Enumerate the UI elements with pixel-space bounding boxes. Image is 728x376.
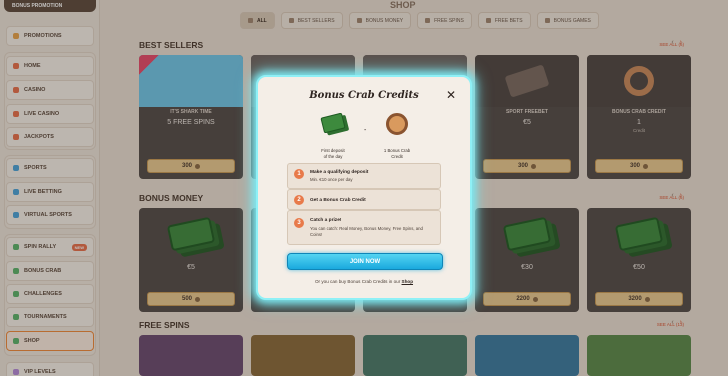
step-title: Make a qualifying deposit	[310, 170, 369, 175]
step-desc: You can catch: Real Money, Bonus Money, …	[310, 226, 423, 237]
steps-list: 1 Make a qualifying deposit Min. €10 onc…	[287, 163, 441, 320]
step-number: 2	[294, 195, 304, 205]
caption-line: Credit	[391, 153, 403, 159]
crab-coin-icon	[386, 113, 408, 135]
step-number: 1	[294, 169, 304, 179]
step-item: 1 Make a qualifying deposit Min. €10 onc…	[287, 163, 441, 189]
modal-footer: Or you can buy Bonus Crab Credits in our…	[258, 279, 470, 284]
step-desc: Min. €10 once per day	[310, 177, 353, 182]
step-title: Catch a prize!	[310, 218, 342, 223]
close-icon[interactable]: ✕	[446, 89, 456, 101]
modal-dash: -	[364, 127, 367, 134]
caption-line: of the day	[323, 153, 343, 159]
money-stack-icon	[320, 112, 346, 134]
footer-text: Or you can buy Bonus Crab Credits in our	[314, 279, 401, 284]
join-now-button[interactable]: JOIN NOW	[287, 253, 443, 270]
shop-link[interactable]: Shop	[402, 279, 413, 284]
first-deposit-caption: First deposit of the day	[313, 148, 353, 159]
crab-credit-caption: 1 Bonus Crab Credit	[377, 148, 417, 159]
modal-title: Bonus Crab Credits	[309, 90, 419, 101]
step-item: 2 Get a Bonus Crab Credit	[287, 189, 441, 210]
step-number: 3	[294, 218, 304, 228]
step-item: 3 Catch a prize! You can catch: Real Mon…	[287, 210, 441, 245]
step-title: Get a Bonus Crab Credit	[310, 198, 366, 203]
bonus-crab-modal: Bonus Crab Credits ✕ - First deposit of …	[256, 75, 472, 300]
